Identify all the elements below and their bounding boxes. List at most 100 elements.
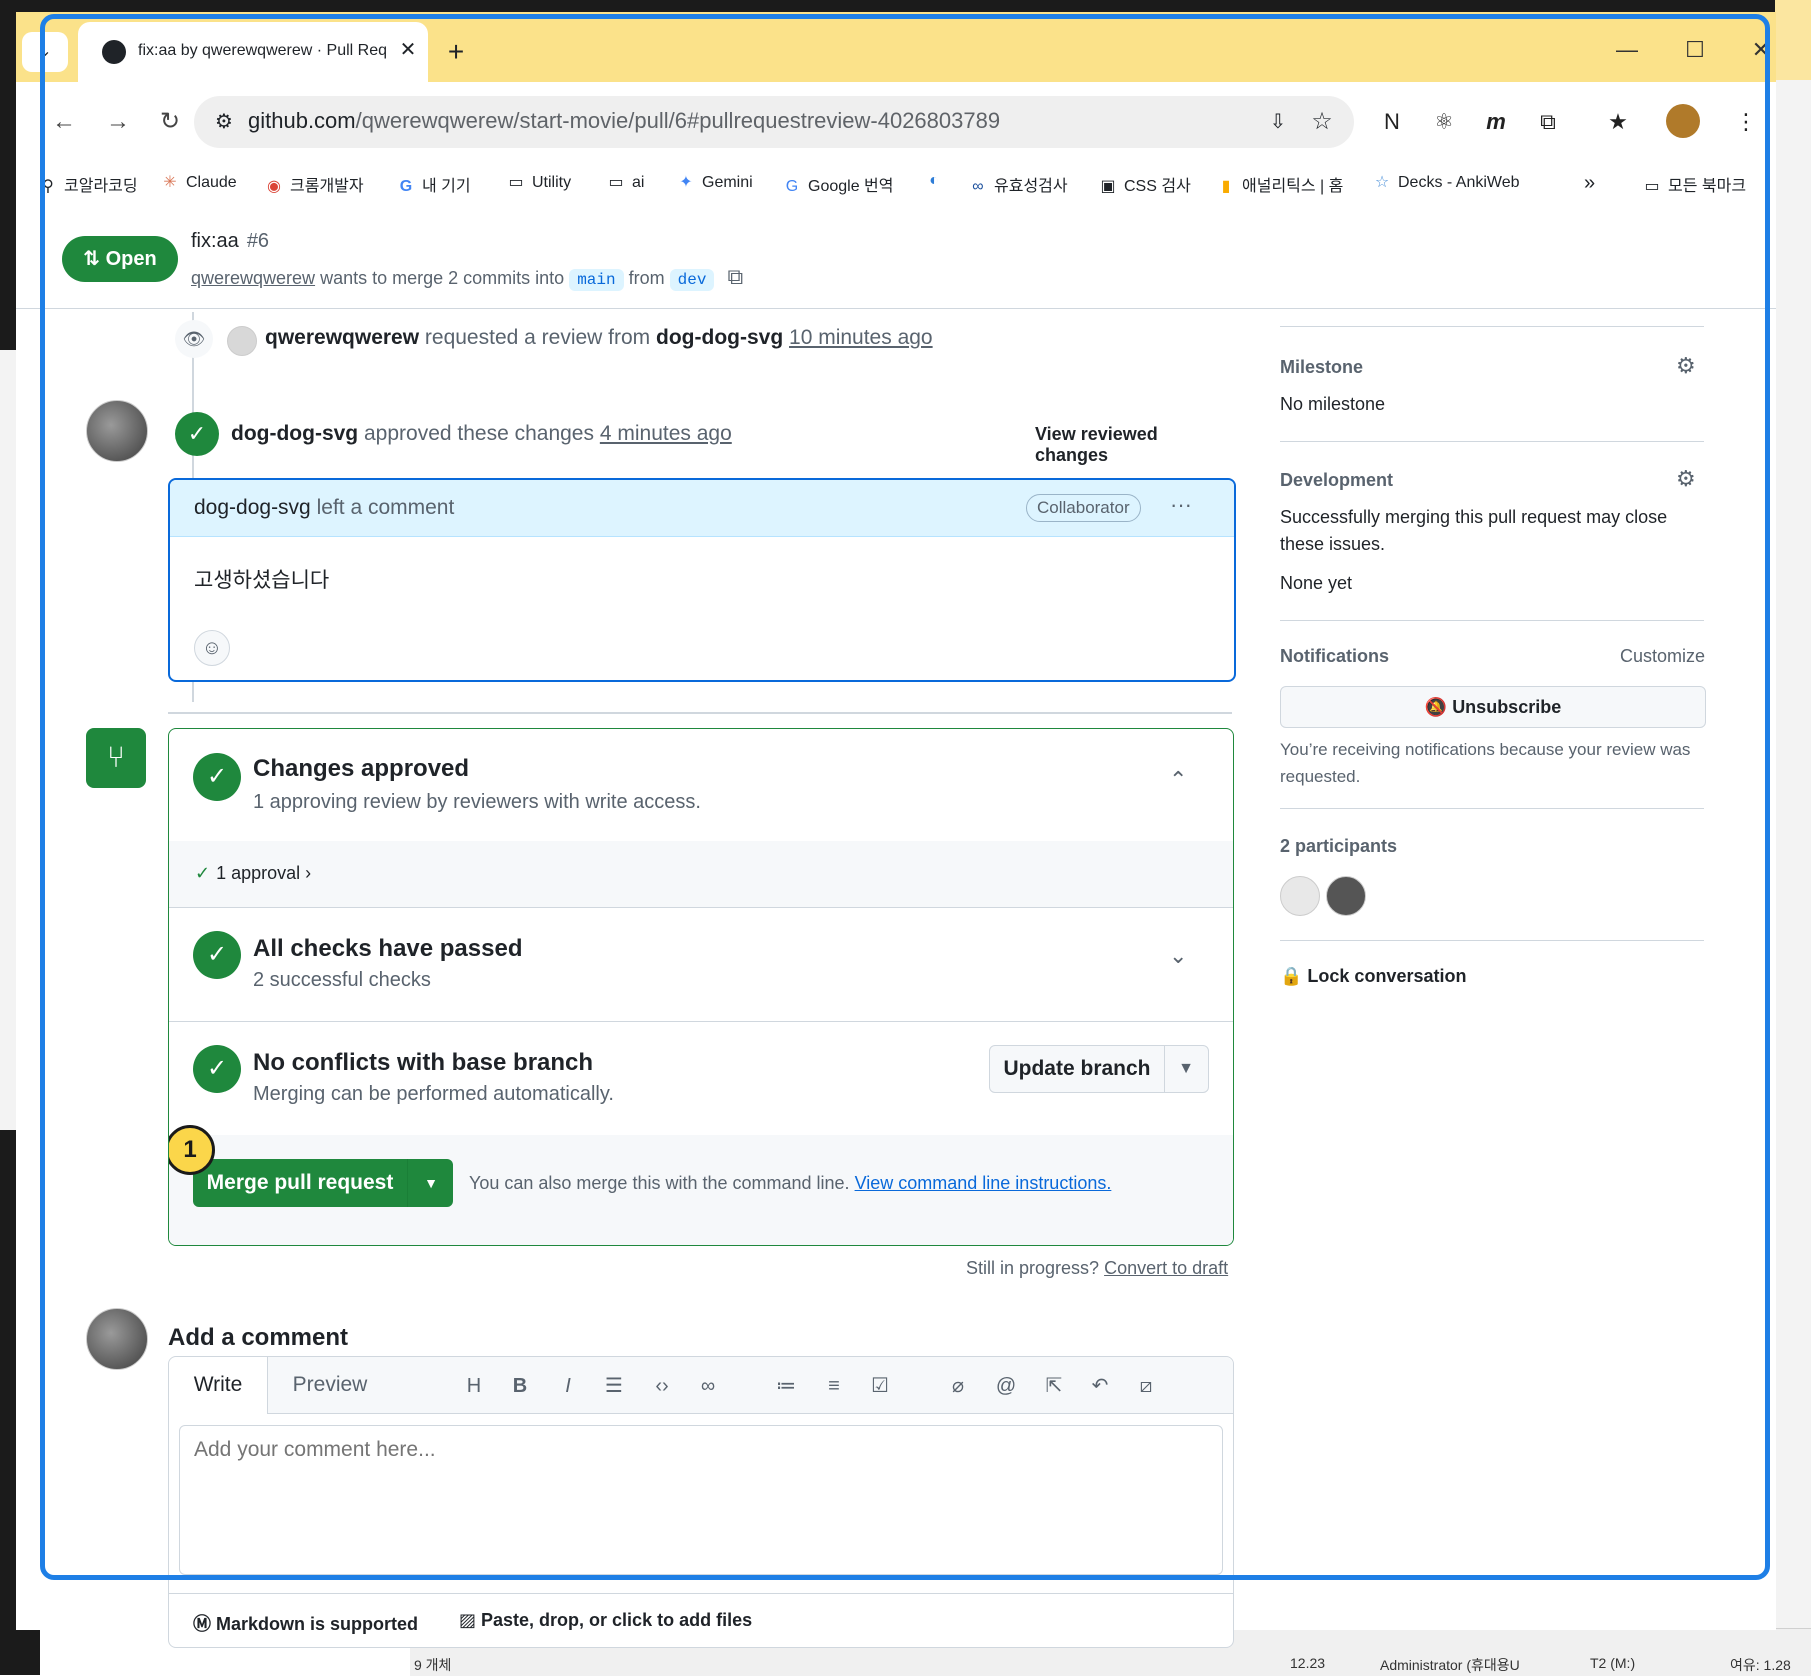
bookmark-item[interactable]: ∞ 유효성검사 bbox=[968, 172, 1067, 196]
copy-icon[interactable]: ⧉ bbox=[727, 264, 743, 289]
merge-pull-request-button[interactable]: Merge pull request bbox=[193, 1159, 408, 1207]
bookmark-item[interactable]: ◉ 크롬개발자 bbox=[264, 172, 364, 196]
translate-icon: G bbox=[785, 178, 799, 195]
bookmark-item[interactable]: ☆ Decks - AnkiWeb bbox=[1372, 172, 1520, 192]
notion-extension-icon[interactable]: N bbox=[1374, 104, 1410, 140]
customize-link[interactable]: Customize bbox=[1620, 646, 1705, 667]
chevron-up-icon[interactable]: ⌃ bbox=[1169, 767, 1187, 793]
bookmark-folder[interactable]: ▭ Utility bbox=[506, 172, 571, 192]
unordered-list-icon[interactable]: ≡ bbox=[819, 1371, 849, 1401]
status-user: Administrator (휴대용U bbox=[1380, 1657, 1520, 1673]
profile-avatar-icon[interactable] bbox=[1666, 104, 1700, 138]
slash-commands-icon[interactable]: ⧄ bbox=[1131, 1371, 1161, 1401]
bookmark-item[interactable]: ◐ bbox=[924, 172, 950, 190]
smiley-icon[interactable]: ☺ bbox=[194, 630, 230, 666]
caret-down-icon[interactable]: ▼ bbox=[409, 1159, 453, 1207]
comment-textarea[interactable] bbox=[180, 1426, 1222, 1574]
react-devtools-icon[interactable]: ⚛ bbox=[1426, 104, 1462, 140]
command-line-instructions-link[interactable]: View command line instructions. bbox=[855, 1173, 1112, 1193]
head-branch[interactable]: dev bbox=[669, 269, 715, 291]
cross-reference-icon[interactable]: ⇱ bbox=[1039, 1371, 1069, 1401]
bookmark-item[interactable]: ⚲ 코알라코딩 bbox=[38, 172, 137, 196]
approval-count-row[interactable]: ✓ 1 approval › bbox=[169, 841, 1233, 908]
conflicts-section: ✓ No conflicts with base branch Merging … bbox=[169, 1021, 1233, 1136]
bold-icon[interactable]: B bbox=[505, 1371, 535, 1401]
bookmark-item[interactable]: ✳ Claude bbox=[160, 172, 236, 192]
changes-approved-section[interactable]: ✓ Changes approved 1 approving review by… bbox=[169, 729, 1233, 842]
link-icon[interactable]: ∞ bbox=[693, 1371, 723, 1401]
favorites-icon[interactable]: ★ bbox=[1600, 104, 1636, 140]
pr-from-text: from bbox=[628, 268, 665, 288]
close-window-icon[interactable]: ✕ bbox=[1736, 30, 1786, 70]
new-tab-icon[interactable]: + bbox=[436, 32, 476, 72]
pr-author-link[interactable]: qwerewqwerew bbox=[191, 268, 315, 288]
base-branch[interactable]: main bbox=[569, 269, 624, 291]
m-extension-icon[interactable]: m bbox=[1478, 104, 1514, 140]
bookmarks-bar: ⚲ 코알라코딩 ✳ Claude ◉ 크롬개발자 G내 기기 ▭ Utility ▭ ai… bbox=[16, 162, 1776, 207]
convert-to-draft-link[interactable]: Convert to draft bbox=[1104, 1258, 1228, 1278]
bookmark-item[interactable]: G Google 번역 bbox=[782, 172, 894, 196]
milestone-heading[interactable]: Milestone bbox=[1280, 357, 1363, 378]
maximize-icon[interactable]: ☐ bbox=[1670, 30, 1720, 70]
add-files-button[interactable]: ▨ Paste, drop, or click to add files bbox=[459, 1610, 752, 1631]
check-icon: ✓ bbox=[195, 863, 211, 883]
checks-section[interactable]: ✓ All checks have passed 2 successful ch… bbox=[169, 907, 1233, 1022]
avatar[interactable] bbox=[1326, 876, 1366, 916]
forward-icon[interactable]: → bbox=[98, 102, 138, 142]
minimize-icon[interactable]: — bbox=[1602, 30, 1652, 70]
avatar[interactable] bbox=[86, 400, 148, 462]
update-branch-button[interactable]: Update branch bbox=[990, 1046, 1165, 1092]
participants-section: 2 participants bbox=[1280, 808, 1704, 941]
site-info-icon[interactable]: ⚙ bbox=[210, 108, 238, 136]
active-tab[interactable]: fix:aa by qwerewqwerew · Pull Reque ✕ bbox=[78, 22, 428, 82]
caret-down-icon[interactable]: ▼ bbox=[1166, 1046, 1206, 1092]
gear-icon[interactable]: ⚙ bbox=[1676, 466, 1696, 492]
bookmark-item[interactable]: ▣ CSS 검사 bbox=[1098, 172, 1190, 196]
gear-icon[interactable]: ⚙ bbox=[1676, 353, 1696, 379]
approval-event: ✓ dog-dog-svg approved these changes 4 m… bbox=[175, 412, 1225, 465]
timeline-divider bbox=[168, 712, 1232, 714]
lock-conversation-button[interactable]: 🔒 Lock conversation bbox=[1280, 966, 1466, 987]
pr-merge-text: wants to merge 2 commits into bbox=[320, 268, 565, 288]
avatar[interactable] bbox=[227, 326, 257, 356]
mention-icon[interactable]: @ bbox=[991, 1371, 1021, 1401]
view-reviewed-changes-button[interactable]: View reviewed changes bbox=[1035, 424, 1225, 466]
italic-icon[interactable]: I bbox=[553, 1371, 583, 1401]
install-app-icon[interactable]: ⇩ bbox=[1264, 108, 1292, 136]
reload-icon[interactable]: ↻ bbox=[150, 102, 190, 142]
markdown-supported-link[interactable]: Ⓜ Markdown is supported bbox=[193, 1610, 418, 1636]
bookmark-star-icon[interactable]: ☆ bbox=[1306, 106, 1338, 138]
chevron-down-icon[interactable]: ⌄ bbox=[1169, 943, 1187, 969]
avatar[interactable] bbox=[86, 1308, 148, 1370]
saved-reply-icon[interactable]: ↶ bbox=[1085, 1371, 1115, 1401]
quote-icon[interactable]: ☰ bbox=[599, 1371, 629, 1401]
more-options-icon[interactable]: ··· bbox=[1170, 492, 1192, 518]
bookmark-item[interactable]: ✦ Gemini bbox=[676, 172, 752, 192]
bookmark-item[interactable]: G내 기기 bbox=[396, 172, 471, 196]
attach-icon[interactable]: ⌀ bbox=[943, 1371, 973, 1401]
tab-preview[interactable]: Preview bbox=[275, 1357, 385, 1413]
heading-icon[interactable]: H bbox=[459, 1371, 489, 1401]
bookmark-item[interactable]: ▮ 애널리틱스 | 홈 bbox=[1216, 172, 1344, 196]
back-icon[interactable]: ← bbox=[44, 102, 84, 142]
task-list-icon[interactable]: ☑ bbox=[865, 1371, 895, 1401]
google-icon: G bbox=[399, 178, 413, 195]
extensions-puzzle-icon[interactable]: ⧉ bbox=[1530, 104, 1566, 140]
code-icon[interactable]: ‹› bbox=[647, 1371, 677, 1401]
tab-search-icon[interactable]: ⌄ bbox=[22, 32, 68, 72]
tab-close-icon[interactable]: ✕ bbox=[394, 36, 422, 64]
status-items: 9 개체 bbox=[414, 1657, 452, 1673]
bookmarks-overflow-icon[interactable]: » bbox=[1584, 172, 1595, 195]
ordered-list-icon[interactable]: ≔ bbox=[771, 1371, 801, 1401]
command-line-hint: You can also merge this with the command… bbox=[469, 1173, 1112, 1193]
bookmark-folder-all[interactable]: ▭ 모든 북마크 bbox=[1642, 172, 1746, 196]
comment-input[interactable] bbox=[179, 1425, 1223, 1575]
bookmark-folder[interactable]: ▭ ai bbox=[606, 172, 644, 192]
review-comment: dog-dog-svg left a comment Collaborator … bbox=[168, 478, 1236, 682]
tab-write[interactable]: Write bbox=[169, 1357, 268, 1414]
unsubscribe-button[interactable]: 🔕 Unsubscribe bbox=[1280, 686, 1706, 728]
menu-kebab-icon[interactable]: ⋮ bbox=[1728, 104, 1764, 140]
development-heading[interactable]: Development bbox=[1280, 470, 1393, 491]
avatar[interactable] bbox=[1280, 876, 1320, 916]
address-bar[interactable]: ⚙ github.com/qwerewqwerew/start-movie/pu… bbox=[194, 96, 1354, 148]
